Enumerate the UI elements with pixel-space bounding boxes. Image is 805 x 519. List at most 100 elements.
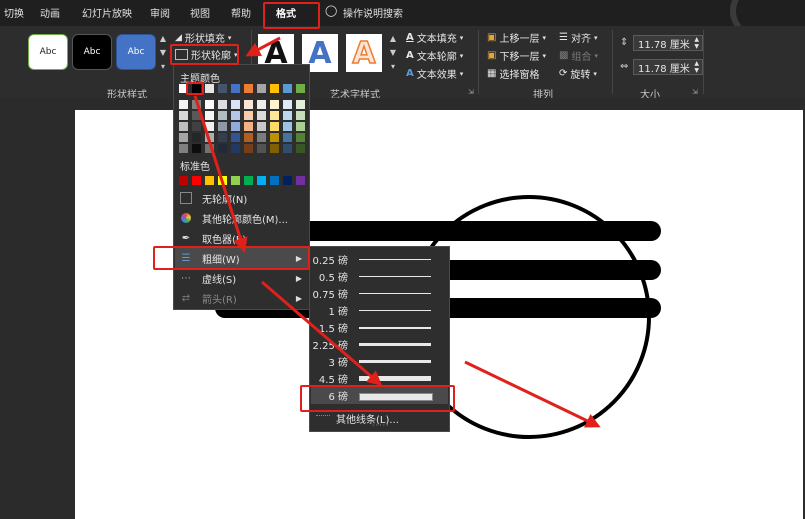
theme-color-swatch[interactable]	[296, 111, 305, 120]
size-dialog-launcher-icon[interactable]: ⇲	[692, 88, 698, 96]
tab-view[interactable]: 视图	[190, 5, 210, 20]
standard-color-swatch[interactable]	[270, 176, 279, 185]
no-outline-item[interactable]: 无轮廓(N)	[175, 188, 308, 208]
theme-color-swatch[interactable]	[179, 144, 188, 153]
theme-color-swatch[interactable]	[257, 133, 266, 142]
align-button[interactable]: ☰ 对齐 ▾	[559, 30, 597, 45]
standard-color-swatch[interactable]	[218, 176, 227, 185]
bring-forward-button[interactable]: ▣ 上移一层 ▾	[487, 30, 546, 45]
send-backward-button[interactable]: ▣ 下移一层 ▾	[487, 48, 546, 63]
weight-option[interactable]: 2.25 磅	[311, 336, 448, 353]
weight-option[interactable]: 1 磅	[311, 302, 448, 319]
theme-color-swatch[interactable]	[218, 100, 227, 109]
standard-color-swatch[interactable]	[244, 176, 253, 185]
theme-color-swatch[interactable]	[205, 122, 214, 131]
standard-color-swatch[interactable]	[257, 176, 266, 185]
theme-color-swatch[interactable]	[192, 133, 201, 142]
theme-color-swatch[interactable]	[244, 122, 253, 131]
theme-color-swatch[interactable]	[231, 100, 240, 109]
standard-color-swatch[interactable]	[205, 176, 214, 185]
rotate-button[interactable]: ⟳ 旋转 ▾	[559, 66, 597, 81]
shape-fill-button[interactable]: ◢ 形状填充 ▾	[175, 30, 231, 46]
theme-color-swatch[interactable]	[296, 144, 305, 153]
theme-color-swatch[interactable]	[270, 100, 279, 109]
theme-color-swatch[interactable]	[179, 133, 188, 142]
theme-color-swatch[interactable]	[270, 84, 279, 93]
theme-color-swatch[interactable]	[192, 111, 201, 120]
theme-color-swatch[interactable]	[205, 100, 214, 109]
resize-grip-icon[interactable]: ·····	[372, 421, 390, 430]
theme-color-swatch[interactable]	[296, 122, 305, 131]
standard-color-swatch[interactable]	[231, 176, 240, 185]
theme-color-swatch[interactable]	[179, 100, 188, 109]
weight-option[interactable]: 6 磅	[311, 387, 448, 404]
more-outline-colors-item[interactable]: 其他轮廓颜色(M)...	[175, 208, 308, 228]
style-gallery-scroll[interactable]: ▲ ▼ ▾	[158, 32, 168, 88]
theme-color-swatch[interactable]	[231, 111, 240, 120]
theme-color-swatch[interactable]	[296, 133, 305, 142]
theme-color-swatch[interactable]	[192, 122, 201, 131]
text-fill-button[interactable]: A 文本填充 ▾	[406, 30, 463, 45]
theme-color-swatch[interactable]	[218, 133, 227, 142]
shape-width-input[interactable]: 11.78 厘米 ▲ ▼	[633, 59, 703, 75]
theme-color-swatch[interactable]	[296, 100, 305, 109]
dashes-item[interactable]: ⋯ 虚线(S) ▶	[175, 268, 308, 288]
theme-color-swatch[interactable]	[244, 144, 253, 153]
shape-style-preset-blue[interactable]: Abc	[116, 34, 156, 70]
theme-color-swatch[interactable]	[231, 84, 240, 93]
tab-review[interactable]: 审阅	[150, 5, 170, 20]
theme-color-swatch[interactable]	[270, 122, 279, 131]
wordart-gallery-scroll[interactable]: ▲ ▼ ▾	[388, 32, 398, 88]
theme-color-swatch[interactable]	[257, 100, 266, 109]
theme-color-swatch[interactable]	[283, 144, 292, 153]
theme-color-swatch[interactable]	[257, 144, 266, 153]
theme-color-swatch[interactable]	[257, 84, 266, 93]
theme-color-swatch[interactable]	[205, 144, 214, 153]
theme-color-swatch[interactable]	[244, 100, 253, 109]
selection-pane-button[interactable]: ▦ 选择窗格	[487, 66, 539, 81]
theme-color-swatch[interactable]	[244, 133, 253, 142]
theme-color-swatch[interactable]	[192, 144, 201, 153]
theme-color-swatch[interactable]	[283, 122, 292, 131]
group-button[interactable]: ▩ 组合 ▾	[559, 48, 598, 63]
weight-option[interactable]: 3 磅	[311, 353, 448, 370]
theme-color-swatch[interactable]	[283, 84, 292, 93]
theme-color-swatch[interactable]	[283, 133, 292, 142]
arrows-item[interactable]: ⇄ 箭头(R) ▶	[175, 288, 308, 308]
text-effects-button[interactable]: A 文本效果 ▾	[406, 66, 463, 81]
shape-height-input[interactable]: 11.78 厘米 ▲ ▼	[633, 35, 703, 51]
eyedropper-item[interactable]: ✒ 取色器(E)	[175, 228, 308, 248]
wordart-dialog-launcher-icon[interactable]: ⇲	[468, 88, 474, 96]
theme-color-swatch[interactable]	[205, 133, 214, 142]
weight-option[interactable]: 1.5 磅	[311, 319, 448, 336]
tab-format[interactable]: 格式	[276, 5, 296, 20]
text-outline-button[interactable]: A 文本轮廓 ▾	[406, 48, 463, 63]
theme-color-swatch[interactable]	[244, 84, 253, 93]
tab-help[interactable]: 帮助	[231, 5, 251, 20]
weight-option[interactable]: 0.25 磅	[311, 251, 448, 268]
tab-transitions[interactable]: 切换	[4, 5, 24, 20]
wordart-preset-orange-outline[interactable]: A	[346, 34, 382, 72]
theme-color-swatch[interactable]	[244, 111, 253, 120]
theme-color-swatch[interactable]	[179, 84, 188, 93]
theme-color-swatch[interactable]	[179, 122, 188, 131]
theme-color-swatch[interactable]	[257, 111, 266, 120]
standard-color-swatch[interactable]	[179, 176, 188, 185]
tab-animations[interactable]: 动画	[40, 5, 60, 20]
theme-color-swatch[interactable]	[231, 122, 240, 131]
theme-color-swatch[interactable]	[257, 122, 266, 131]
theme-color-swatch[interactable]	[231, 144, 240, 153]
theme-color-swatch[interactable]	[179, 111, 188, 120]
shape-style-preset-white[interactable]: Abc	[28, 34, 68, 70]
tab-slideshow[interactable]: 幻灯片放映	[82, 5, 132, 20]
theme-color-swatch[interactable]	[192, 100, 201, 109]
shape-style-preset-black[interactable]: Abc	[72, 34, 112, 70]
theme-color-swatch[interactable]	[231, 133, 240, 142]
theme-color-swatch[interactable]	[270, 111, 279, 120]
theme-color-swatch[interactable]	[192, 84, 201, 93]
theme-color-swatch[interactable]	[283, 111, 292, 120]
shape-outline-button[interactable]: 形状轮廓 ▾	[175, 47, 238, 62]
theme-color-swatch[interactable]	[270, 144, 279, 153]
weight-option[interactable]: 4.5 磅	[311, 370, 448, 387]
standard-color-swatch[interactable]	[296, 176, 305, 185]
